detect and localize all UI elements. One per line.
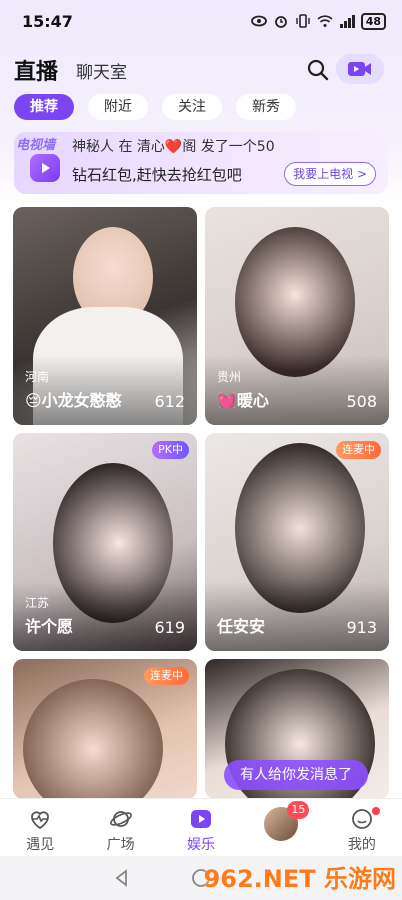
back-icon[interactable] [113,869,131,887]
tab-newcomer[interactable]: 新秀 [236,94,296,120]
co-host-badge: 连麦中 [336,441,381,459]
tab-label: 广场 [106,837,135,853]
card-viewer-count: 612 [154,392,185,411]
co-host-badge: 连麦中 [144,667,189,685]
wifi-icon [317,15,333,27]
category-tabs: 推荐 附近 关注 新秀 [14,94,296,120]
alarm-icon [274,16,287,28]
tab-meet[interactable]: 遇见 [0,799,80,856]
message-count-badge: 15 [287,801,310,819]
bottom-tab-bar: 遇见 广场 娱乐 15 我的 [0,798,402,856]
heart-pulse-icon [31,811,50,830]
banner-message: 钻石红包,赶快去抢红包吧 [72,166,242,184]
card-viewer-count: 619 [154,618,185,637]
tv-wall-label: 电视墙 [16,138,56,153]
pk-badge: PK中 [152,441,189,459]
page-title[interactable]: 直播 [14,54,58,86]
card-location: 江苏 [25,596,50,610]
planet-icon [109,811,132,827]
card-streamer-name: 任安安 [217,617,266,636]
card-viewer-count: 508 [346,392,377,411]
card-viewer-count: 913 [346,618,377,637]
card-streamer-name: 💓暖心 [217,391,269,410]
streamer-photo [23,679,163,799]
card-streamer-name: 许个愿 [25,617,74,636]
live-card[interactable]: 河南 😔小龙女憨憨 612 [13,207,197,425]
tab-label: 娱乐 [187,837,216,853]
tab-label: 我的 [347,837,376,853]
card-location: 贵州 [217,370,242,384]
vibrate-icon [295,14,310,28]
eye-icon [250,15,267,27]
chatroom-tab[interactable]: 聊天室 [76,58,127,83]
site-watermark: 962.NET 乐游网 [203,865,396,893]
notification-dot [371,807,380,815]
start-live-button[interactable] [336,54,384,84]
tab-recommend[interactable]: 推荐 [14,94,74,120]
tv-icon [30,154,60,182]
tab-follow[interactable]: 关注 [162,94,222,120]
tab-nearby[interactable]: 附近 [88,94,148,120]
status-bar: 15:47 48 [0,0,402,42]
battery-indicator: 48 [360,12,386,30]
status-icons: 48 [250,12,386,30]
tab-entertainment[interactable]: 娱乐 [161,799,241,856]
live-card[interactable]: 连麦中 任安安 913 [205,433,389,651]
play-icon [191,810,212,828]
signal-icon [339,15,355,28]
live-card[interactable]: PK中 江苏 许个愿 619 [13,433,197,651]
search-icon[interactable] [306,58,330,82]
tab-messages[interactable]: 15 [241,799,321,856]
tab-label: 遇见 [26,837,55,853]
banner-ticker: 神秘人 在 清心❤️阁 发了一个50 [72,139,275,155]
live-card[interactable]: 连麦中 [13,659,197,799]
video-camera-icon [348,62,371,76]
live-card[interactable]: 贵州 💓暖心 508 [205,207,389,425]
tab-plaza[interactable]: 广场 [80,799,160,856]
go-on-tv-button[interactable]: 我要上电视 > [284,162,376,186]
new-message-toast[interactable]: 有人给你发消息了 [224,760,368,790]
status-time: 15:47 [22,11,73,31]
card-streamer-name: 😔小龙女憨憨 [25,391,122,410]
smile-icon [351,809,372,829]
tv-wall-banner[interactable]: 电视墙 神秘人 在 清心❤️阁 发了一个50 钻石红包,赶快去抢红包吧 我要上电… [14,132,388,194]
page-header: 直播 聊天室 [0,50,402,90]
tab-mine[interactable]: 我的 [322,799,402,856]
card-location: 河南 [25,370,50,384]
